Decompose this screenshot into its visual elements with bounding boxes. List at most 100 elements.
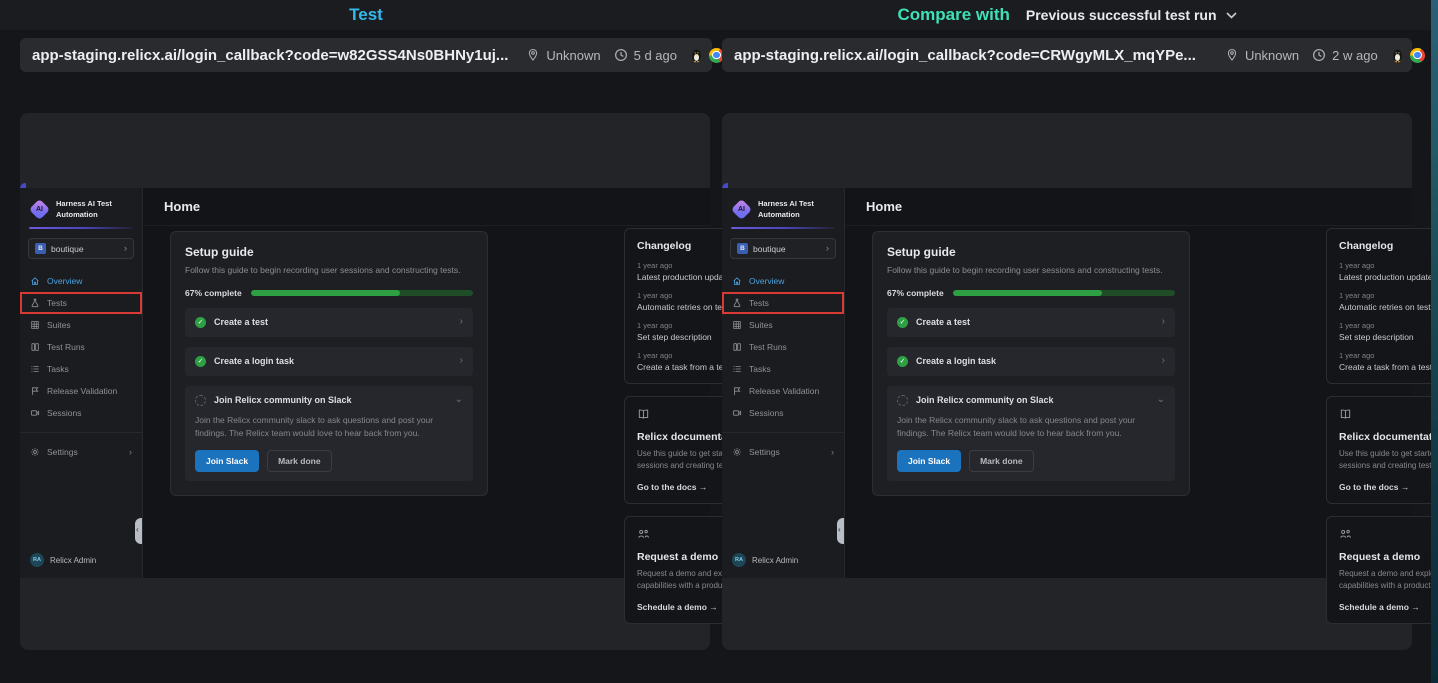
checklist-label: Create a login task — [916, 356, 996, 366]
project-selector[interactable]: B boutique › — [28, 238, 134, 259]
sidebar-item-tests[interactable]: Tests — [722, 292, 844, 314]
flask-icon — [732, 298, 742, 308]
sidebar-item-overview[interactable]: Overview — [20, 270, 142, 292]
sidebar-item-label: Overview — [749, 276, 784, 286]
brand: AI Harness AI Test Automation — [722, 188, 844, 227]
left-screenshot-panel[interactable]: AI Harness AI Test Automation B boutique… — [20, 113, 710, 650]
progress-fill — [251, 290, 400, 296]
baseline-run-selector[interactable]: Previous successful test run — [1026, 7, 1237, 23]
sidebar-item-settings[interactable]: Settings › — [722, 441, 844, 463]
right-screenshot-panel[interactable]: AI Harness AI Test Automation B boutique… — [722, 113, 1412, 650]
setup-guide-title: Setup guide — [185, 245, 473, 259]
sidebar-item-tasks[interactable]: Tasks — [722, 358, 844, 380]
linux-penguin-icon — [690, 48, 703, 63]
sidebar-item-sessions[interactable]: Sessions — [20, 402, 142, 424]
documentation-title: Relicx documentation — [1339, 431, 1438, 443]
checklist-item-header[interactable]: Join Relicx community on Slack ⌄ — [897, 395, 1165, 406]
test-comparison-view: Test Compare with Previous successful te… — [0, 0, 1438, 683]
harness-logo-icon: AI — [29, 199, 50, 220]
sidebar-item-test-runs[interactable]: Test Runs — [722, 336, 844, 358]
sidebar-item-overview[interactable]: Overview — [722, 270, 844, 292]
sidebar-item-label: Suites — [749, 320, 773, 330]
checklist-label: Create a test — [916, 317, 970, 327]
project-name: boutique — [753, 244, 786, 254]
sidebar-collapse-handle[interactable] — [837, 518, 844, 544]
mark-done-button[interactable]: Mark done — [267, 450, 332, 472]
chevron-down-icon — [1226, 12, 1237, 19]
right-pane-title: Compare with — [897, 5, 1009, 25]
project-selector[interactable]: B boutique › — [730, 238, 836, 259]
checklist-item-header[interactable]: Join Relicx community on Slack ⌄ — [195, 395, 463, 406]
brand: AI Harness AI Test Automation — [20, 188, 142, 227]
setup-guide-description: Follow this guide to begin recording use… — [185, 265, 473, 277]
chevron-right-icon: › — [1162, 356, 1165, 366]
checklist-item-join-slack[interactable]: Join Relicx community on Slack ⌄ Join th… — [185, 386, 473, 481]
sidebar-item-release-validation[interactable]: Release Validation — [722, 380, 844, 402]
chevron-right-icon: › — [831, 448, 834, 457]
changelog-entry: 1 year ago Create a task from a test — [1339, 351, 1438, 372]
checklist-item-create-login-task[interactable]: ✓ Create a login task › — [185, 347, 473, 376]
project-badge: B — [737, 243, 748, 254]
sidebar-item-label: Settings — [749, 447, 780, 457]
left-url-bar: app-staging.relicx.ai/login_callback?cod… — [20, 38, 712, 72]
sidebar-item-label: Overview — [47, 276, 82, 286]
gear-icon — [732, 447, 742, 457]
go-to-docs-link[interactable]: Go to the docs → — [1339, 482, 1438, 492]
changelog-card: Changelog 1 year ago Latest production u… — [1326, 228, 1438, 384]
right-pane-header: Compare with Previous successful test ru… — [722, 0, 1412, 30]
checklist-item-create-login-task[interactable]: ✓ Create a login task › — [887, 347, 1175, 376]
left-time-ago: 5 d ago — [634, 48, 677, 63]
home-icon — [30, 276, 40, 286]
clock-icon — [1312, 48, 1326, 62]
join-slack-button[interactable]: Join Slack — [195, 450, 259, 472]
sidebar-item-label: Test Runs — [47, 342, 85, 352]
sidebar-item-sessions[interactable]: Sessions — [722, 402, 844, 424]
checklist-item-create-test[interactable]: ✓ Create a test › — [185, 308, 473, 337]
checklist-item-create-test[interactable]: ✓ Create a test › — [887, 308, 1175, 337]
baseline-run-label: Previous successful test run — [1026, 7, 1217, 23]
user-menu[interactable]: RA Relicx Admin — [732, 553, 798, 567]
checklist-item-join-slack[interactable]: Join Relicx community on Slack ⌄ Join th… — [887, 386, 1175, 481]
progress-fill — [953, 290, 1102, 296]
mark-done-button[interactable]: Mark done — [969, 450, 1034, 472]
chevron-down-icon: ⌄ — [455, 395, 463, 405]
user-name: Relicx Admin — [752, 556, 798, 565]
checklist-buttons: Join Slack Mark done — [897, 450, 1165, 472]
sidebar-item-tasks[interactable]: Tasks — [20, 358, 142, 380]
changelog-time: 1 year ago — [1339, 291, 1438, 300]
book-icon — [637, 408, 650, 420]
chevron-right-icon: › — [826, 244, 829, 253]
sidebar-item-suites[interactable]: Suites — [722, 314, 844, 336]
sidebar-item-suites[interactable]: Suites — [20, 314, 142, 336]
chrome-icon — [1410, 48, 1425, 63]
brand-name: Harness AI Test Automation — [758, 199, 824, 219]
progress-label: 67% complete — [185, 288, 242, 298]
documentation-card: Relicx documentation Use this guide to g… — [1326, 396, 1438, 504]
sidebar-item-label: Suites — [47, 320, 71, 330]
linux-penguin-icon — [1391, 48, 1404, 63]
progress-track — [953, 290, 1175, 296]
left-location: Unknown — [546, 48, 600, 63]
setup-guide-description: Follow this guide to begin recording use… — [887, 265, 1175, 277]
sidebar-item-settings[interactable]: Settings › — [20, 441, 142, 463]
changelog-entry: 1 year ago Set step description — [1339, 321, 1438, 342]
app-main: Home Setup guide Follow this guide to be… — [846, 188, 1412, 578]
sidebar-item-label: Tests — [749, 298, 769, 308]
user-name: Relicx Admin — [50, 556, 96, 565]
changelog-time: 1 year ago — [1339, 351, 1438, 360]
user-menu[interactable]: RA Relicx Admin — [30, 553, 96, 567]
sidebar-item-release-validation[interactable]: Release Validation — [20, 380, 142, 402]
request-demo-description: Request a demo and explore Relicx's capa… — [1339, 568, 1438, 593]
join-slack-button[interactable]: Join Slack — [897, 450, 961, 472]
setup-guide-card: Setup guide Follow this guide to begin r… — [872, 231, 1190, 496]
sidebar-item-test-runs[interactable]: Test Runs — [20, 336, 142, 358]
columns-icon — [30, 342, 40, 352]
sidebar-collapse-handle[interactable] — [135, 518, 142, 544]
gear-icon — [30, 447, 40, 457]
chevron-right-icon: › — [1162, 317, 1165, 327]
app-sidebar: AI Harness AI Test Automation B boutique… — [722, 188, 845, 578]
schedule-demo-link[interactable]: Schedule a demo → — [1339, 602, 1438, 612]
sidebar-item-label: Test Runs — [749, 342, 787, 352]
sidebar-item-tests[interactable]: Tests — [20, 292, 142, 314]
page-title: Home — [164, 199, 200, 214]
